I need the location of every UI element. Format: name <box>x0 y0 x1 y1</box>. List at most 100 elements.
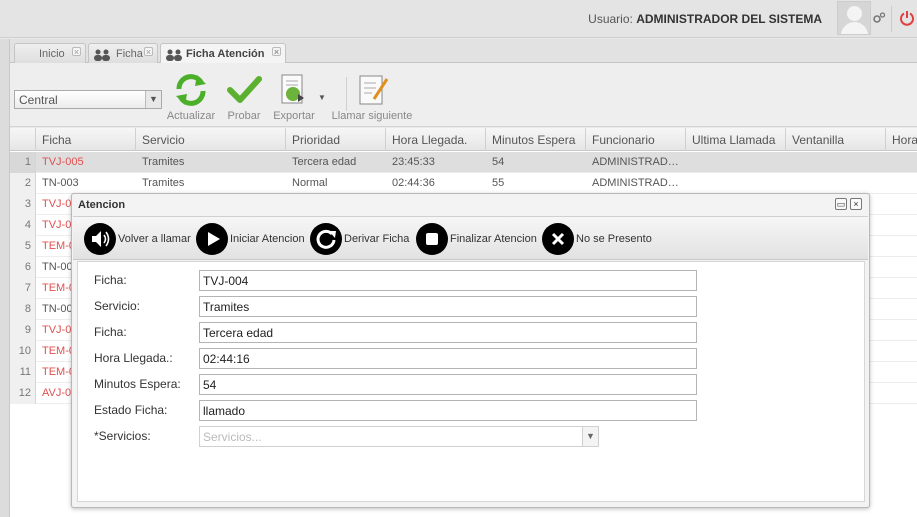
volver-a-llamar-label: Volver a llamar <box>118 233 191 245</box>
column-header[interactable]: Prioridad <box>286 128 386 151</box>
prioridad-field[interactable]: Tercera edad <box>199 322 697 343</box>
actualizar-label: Actualizar <box>166 110 216 122</box>
volver-a-llamar-button[interactable]: Volver a llamar <box>84 223 194 255</box>
cell-minutos: 55 <box>492 177 505 189</box>
no-se-presento-label: No se Presento <box>576 233 652 245</box>
hora-llegada-field[interactable]: 02:44:16 <box>199 348 697 369</box>
cell-hora: 02:44:36 <box>392 177 435 189</box>
column-header[interactable]: Funcionario <box>586 128 686 151</box>
servicios-placeholder: Servicios... <box>203 430 262 444</box>
dialog-title: Atencion <box>78 199 126 211</box>
hora-llegada-label: Hora Llegada.: <box>94 351 173 365</box>
central-select-value: Central <box>19 93 58 107</box>
cell-funcionario: ADMINISTRAD… <box>592 177 679 189</box>
user-label: Usuario: <box>588 12 633 26</box>
close-icon[interactable]: × <box>72 47 81 57</box>
cell-servicio: Tramites <box>142 156 185 168</box>
power-icon[interactable] <box>899 10 915 26</box>
row-number: 5 <box>10 236 36 257</box>
tab-inicio[interactable]: Inicio × <box>14 43 86 63</box>
header-divider <box>891 6 892 32</box>
llamar-siguiente-label: Llamar siguiente <box>331 110 413 122</box>
tab-ficha[interactable]: Ficha × <box>88 43 158 63</box>
speaker-icon <box>92 231 110 247</box>
table-row[interactable]: 2 TN-003 Tramites Normal 02:44:36 55 ADMINISTR… <box>10 173 917 194</box>
cell-prioridad: Normal <box>292 177 328 189</box>
main-toolbar: Central ▼ Actualizar Probar Exportar ▼ L… <box>10 63 917 127</box>
redirect-icon <box>316 229 336 249</box>
atencion-dialog: Atencion ▭ × Volver a llamar Iniciar Ate… <box>71 193 870 508</box>
iniciar-atencion-button[interactable]: Iniciar Atencion <box>196 223 308 255</box>
dialog-form: Ficha: TVJ-004 Servicio: Tramites Ficha:… <box>77 261 865 502</box>
column-header[interactable]: Minutos Espera <box>486 128 586 151</box>
exportar-label: Exportar <box>273 110 315 122</box>
play-icon <box>208 232 220 246</box>
close-icon[interactable]: × <box>850 198 862 210</box>
stop-icon <box>426 233 438 245</box>
ficha-field[interactable]: TVJ-004 <box>199 270 697 291</box>
call-next-icon <box>359 75 389 105</box>
cell-hora: 23:45:33 <box>392 156 435 168</box>
people-icon <box>166 49 182 61</box>
user-name: ADMINISTRADOR DEL SISTEMA <box>636 12 822 26</box>
column-header[interactable]: Hora Llegada. <box>386 128 486 151</box>
central-select[interactable]: Central ▼ <box>14 90 162 109</box>
grid-header: Ficha Servicio Prioridad Hora Llegada. M… <box>10 128 917 151</box>
minutos-espera-label: Minutos Espera: <box>94 377 181 391</box>
tab-ficha-atencion[interactable]: Ficha Atención × <box>160 43 286 64</box>
servicio-label: Servicio: <box>94 299 141 313</box>
row-number: 12 <box>10 383 36 404</box>
row-number: 1 <box>10 152 36 173</box>
left-collapse-strip[interactable] <box>0 39 10 517</box>
people-icon <box>94 49 110 61</box>
refresh-icon <box>176 74 206 106</box>
llamar-siguiente-button[interactable]: Llamar siguiente <box>330 73 414 122</box>
derivar-ficha-label: Derivar Ficha <box>344 233 410 245</box>
dialog-toolbar: Volver a llamar Iniciar Atencion Derivar… <box>73 216 868 260</box>
column-header[interactable]: Servicio <box>136 128 286 151</box>
tab-label: Inicio <box>39 48 65 60</box>
export-icon <box>281 74 304 104</box>
cell-servicio: Tramites <box>142 177 185 189</box>
gear-icon[interactable] <box>872 11 886 25</box>
table-row[interactable]: 1 TVJ-005 Tramites Tercera edad 23:45:33 54 AD… <box>10 152 917 173</box>
maximize-icon[interactable]: ▭ <box>835 198 847 210</box>
column-header[interactable]: Hora <box>886 128 917 151</box>
row-number: 3 <box>10 194 36 215</box>
column-header[interactable]: Ficha <box>36 128 136 151</box>
check-icon <box>227 76 262 103</box>
finalizar-atencion-button[interactable]: Finalizar Atencion <box>416 223 541 255</box>
column-header[interactable]: Ultima Llamada <box>686 128 786 151</box>
servicios-select[interactable]: Servicios... ▼ <box>199 426 599 447</box>
probar-button[interactable]: Probar <box>224 73 264 122</box>
cell-minutos: 54 <box>492 156 505 168</box>
cell-ficha: TVJ-005 <box>42 156 84 168</box>
caret-down-icon[interactable]: ▼ <box>318 93 326 102</box>
prioridad-label: Ficha: <box>94 325 127 339</box>
finalizar-atencion-label: Finalizar Atencion <box>450 233 537 245</box>
estado-ficha-label: Estado Ficha: <box>94 403 168 417</box>
column-header[interactable]: Ventanilla <box>786 128 886 151</box>
chevron-down-icon[interactable]: ▼ <box>145 91 161 108</box>
servicios-label: *Servicios: <box>94 429 151 443</box>
exportar-button[interactable]: Exportar <box>270 73 318 122</box>
servicio-field[interactable]: Tramites <box>199 296 697 317</box>
minutos-espera-field[interactable]: 54 <box>199 374 697 395</box>
row-number: 6 <box>10 257 36 278</box>
close-icon[interactable]: × <box>272 47 281 57</box>
probar-label: Probar <box>227 110 261 122</box>
actualizar-button[interactable]: Actualizar <box>166 73 216 122</box>
tab-label: Ficha <box>116 48 143 60</box>
no-se-presento-button[interactable]: No se Presento <box>542 223 658 255</box>
row-number: 2 <box>10 173 36 194</box>
close-icon[interactable]: × <box>144 47 153 57</box>
row-number-header <box>10 128 36 151</box>
chevron-down-icon[interactable]: ▼ <box>582 427 598 446</box>
tab-bar: Inicio × Ficha × Ficha Atención × <box>10 39 917 64</box>
close-x-icon <box>551 232 565 246</box>
top-header: Usuario: ADMINISTRADOR DEL SISTEMA <box>0 0 917 38</box>
derivar-ficha-button[interactable]: Derivar Ficha <box>310 223 415 255</box>
avatar[interactable] <box>837 1 871 35</box>
row-number: 10 <box>10 341 36 362</box>
estado-ficha-field[interactable]: llamado <box>199 400 697 421</box>
